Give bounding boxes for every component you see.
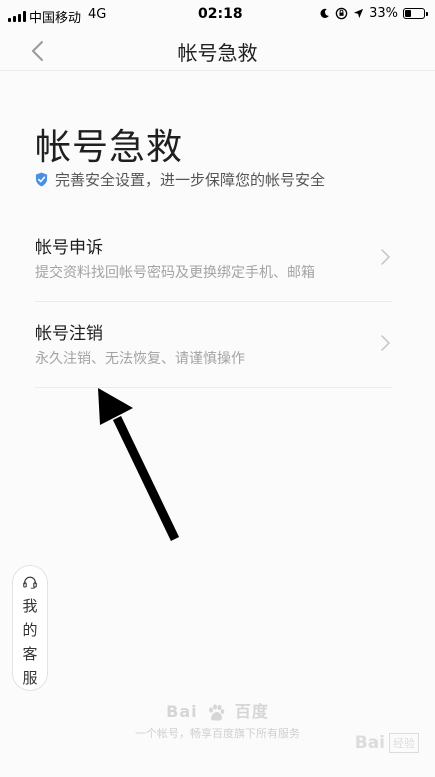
annotation-arrow	[98, 388, 180, 541]
baidu-logo: Bai 百度	[0, 698, 435, 723]
headset-icon	[23, 576, 37, 589]
watermark: Bai 经验	[355, 733, 419, 753]
watermark-box: 经验	[389, 733, 419, 753]
customer-service-label: 我的客服	[22, 597, 38, 687]
paw-icon	[209, 703, 225, 721]
logo-text-right: 百度	[234, 702, 269, 721]
account-rescue-page: 中国移动 4G 02:18 33% 帐号急救 帐号急救 完善安全设置，进一步保障…	[0, 0, 435, 777]
customer-service-button[interactable]: 我的客服	[12, 565, 48, 691]
watermark-brand: Bai	[354, 733, 385, 753]
logo-text-left: Bai	[166, 702, 198, 721]
